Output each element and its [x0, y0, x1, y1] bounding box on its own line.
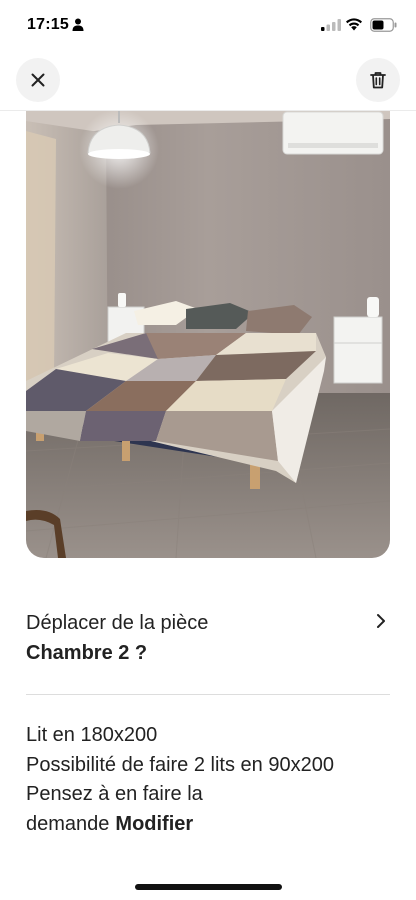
description-last-line: demande Modifier	[26, 810, 396, 840]
move-room-label: Déplacer de la pièce	[26, 612, 209, 634]
header-bar	[0, 50, 416, 111]
bedroom-photo[interactable]	[26, 111, 390, 558]
photo-description: Lit en 180x200 Possibilité de faire 2 li…	[26, 721, 396, 839]
description-line: Pensez à en faire la	[26, 783, 203, 805]
description-line: demande	[26, 812, 110, 835]
home-indicator[interactable]	[135, 884, 282, 890]
description-line: Possibilité de faire 2 lits en 90x200	[26, 753, 334, 776]
delete-button[interactable]	[356, 58, 400, 102]
divider	[26, 694, 390, 695]
person-icon	[72, 18, 84, 31]
cellular-signal-icon	[321, 19, 341, 31]
status-bar: 17:15	[0, 0, 416, 50]
trash-icon	[370, 72, 386, 89]
move-room-row[interactable]: Déplacer de la pièce Chambre 2 ?	[26, 608, 390, 672]
close-button[interactable]	[16, 58, 60, 102]
wifi-icon	[346, 18, 362, 31]
edit-description-link[interactable]: Modifier	[115, 813, 193, 835]
status-time: 17:15	[27, 16, 69, 33]
battery-icon	[370, 18, 397, 32]
description-line: Lit en 180x200	[26, 724, 158, 746]
chevron-right-icon	[377, 614, 385, 628]
close-icon	[31, 73, 45, 87]
room-name: Chambre 2 ?	[26, 642, 148, 664]
